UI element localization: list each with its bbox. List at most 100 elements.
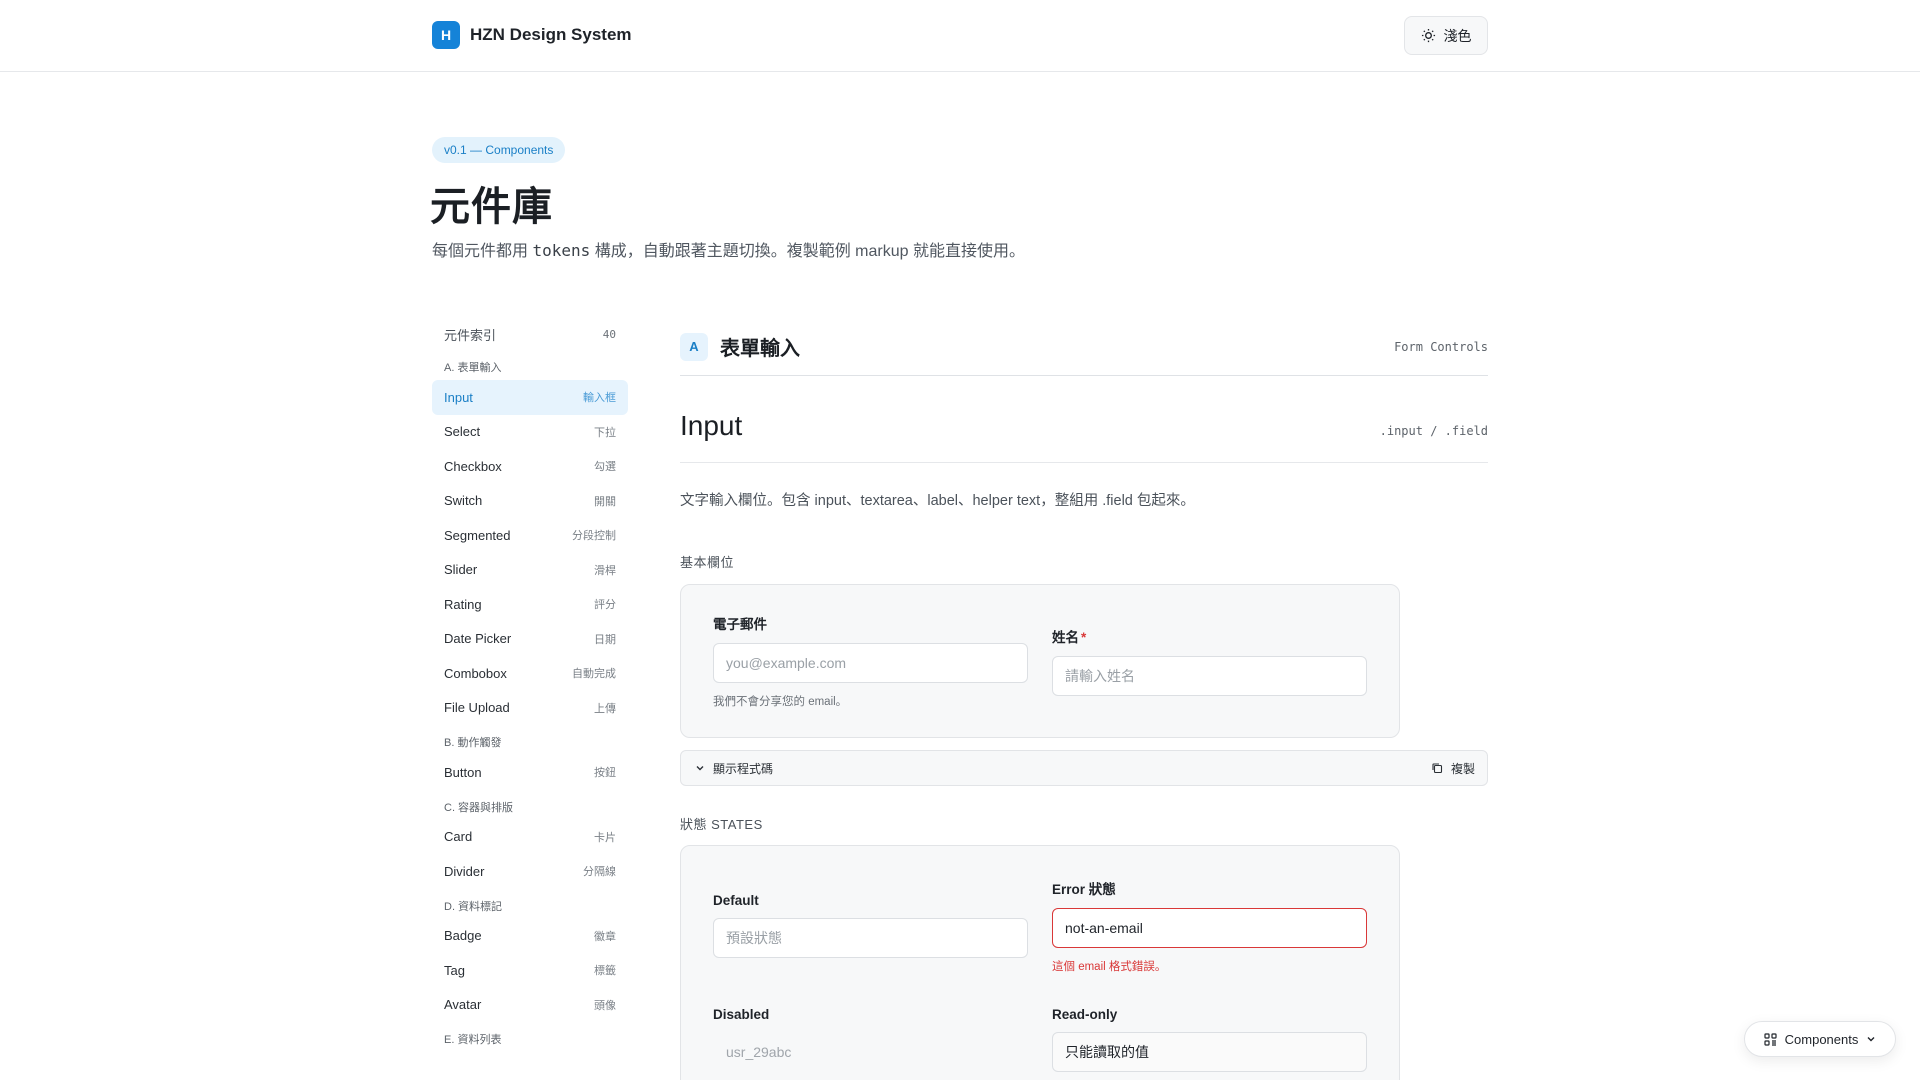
sidebar-item-checkbox[interactable]: Checkbox 勾選	[432, 449, 628, 484]
subtitle-code: tokens	[532, 241, 591, 260]
sidebar-item-zh: 滑桿	[594, 564, 616, 577]
sidebar-index-label: 元件索引	[444, 327, 497, 343]
page-title: 元件庫	[430, 185, 553, 229]
sidebar-item-file-upload[interactable]: File Upload 上傳	[432, 691, 628, 726]
sidebar-item-label: Switch	[444, 493, 483, 509]
sidebar-group-label: D. 資料標記	[444, 900, 503, 913]
default-label: Default	[713, 893, 759, 909]
sidebar-item-zh: 自動完成	[572, 668, 616, 681]
chevron-down-icon	[696, 766, 704, 771]
main-content: A 表單輸入 Form Controls Input .input / .fie…	[680, 318, 1488, 1080]
sidebar-item-badge[interactable]: Badge 徽章	[432, 919, 628, 954]
sidebar-item-zh: 分隔線	[583, 866, 616, 879]
page-subtitle: 每個元件都用 tokens 構成，自動跟著主題切換。複製範例 markup 就能…	[432, 237, 1025, 261]
email-input[interactable]	[713, 643, 1028, 683]
sidebar-index-header: 元件索引 40	[432, 318, 628, 350]
brand[interactable]: H HZN Design System	[432, 21, 632, 49]
sidebar-item-label: Divider	[444, 863, 485, 879]
copy-icon	[1432, 763, 1443, 774]
disabled-label: Disabled	[713, 1007, 770, 1023]
copy-button[interactable]: 複製	[1431, 760, 1475, 777]
sidebar-item-zh: 評分	[594, 599, 616, 612]
sidebar-item-button[interactable]: Button 按鈕	[432, 755, 628, 790]
sidebar-item-select[interactable]: Select 下拉	[432, 415, 628, 450]
readonly-label: Read-only	[1052, 1007, 1118, 1023]
email-field-group: 電子郵件 我們不會分享您的 email。	[713, 613, 1028, 709]
error-helper-text: 這個 email 格式錯誤。	[1052, 960, 1167, 973]
sidebar-item-label: File Upload	[444, 700, 510, 716]
sidebar-item-combobox[interactable]: Combobox 自動完成	[432, 656, 628, 691]
sidebar-item-divider[interactable]: Divider 分隔線	[432, 854, 628, 889]
sidebar-item-label: Checkbox	[444, 458, 502, 474]
theme-toggle-button[interactable]: 淺色	[1404, 16, 1488, 55]
sidebar-item-label: Input	[444, 389, 473, 405]
sidebar-item-avatar[interactable]: Avatar 頭像	[432, 988, 628, 1023]
sidebar-item-zh: 卡片	[594, 831, 616, 844]
name-label-text: 姓名	[1052, 630, 1079, 645]
sidebar-item-card[interactable]: Card 卡片	[432, 820, 628, 855]
sidebar-item-zh: 下拉	[594, 426, 616, 439]
sidebar-group-label: C. 容器與排版	[444, 801, 514, 814]
name-input[interactable]	[1052, 656, 1367, 696]
chevron-down-icon	[1867, 1037, 1875, 1042]
sidebar-item-zh: 日期	[594, 633, 616, 646]
sidebar-item-zh: 頭像	[594, 999, 616, 1012]
sun-icon	[1421, 28, 1435, 43]
error-input[interactable]	[1052, 907, 1367, 948]
copy-label: 複製	[1450, 761, 1475, 776]
sidebar-index-count: 40	[602, 327, 616, 341]
sidebar-item-zh: 標籤	[594, 965, 616, 978]
show-code-toggle[interactable]: 顯示程式碼	[695, 760, 773, 777]
email-helper-text: 我們不會分享您的 email。	[713, 696, 848, 708]
sidebar-item-label: Select	[444, 424, 481, 440]
error-field-group: Error 狀態 這個 email 格式錯誤。	[1052, 874, 1367, 978]
error-label: Error 狀態	[1052, 881, 1116, 897]
sidebar-item-input[interactable]: Input 輸入框	[432, 380, 628, 415]
section-title: 表單輸入	[720, 338, 800, 360]
sidebar-item-slider[interactable]: Slider 滑桿	[432, 553, 628, 588]
sidebar-item-zh: 勾選	[594, 461, 616, 474]
code-toggle-bar: 顯示程式碼 複製	[680, 750, 1488, 786]
sidebar-item-label: Avatar	[444, 997, 482, 1013]
component-sidebar: 元件索引 40 A. 表單輸入 Input 輸入框 Select 下拉 Checkb…	[432, 318, 628, 1052]
subtitle-text: 每個元件都用	[432, 243, 533, 260]
sidebar-group-label: B. 動作觸發	[444, 737, 502, 749]
required-marker: *	[1081, 630, 1087, 645]
name-label: 姓名 *	[1052, 626, 1367, 646]
sidebar-item-zh: 開關	[594, 495, 616, 508]
readonly-field-group: Read-only	[1052, 1004, 1367, 1077]
basic-demo-box: 電子郵件 我們不會分享您的 email。 姓名*	[680, 584, 1400, 738]
component-class-names: .input / .field	[1379, 424, 1488, 438]
sidebar-item-label: Segmented	[444, 527, 511, 543]
default-input[interactable]	[713, 918, 1028, 959]
states-demo-box: Default Error 狀態 這個 email 格式錯誤。 Disabled…	[680, 845, 1400, 1080]
sidebar-item-label: Tag	[444, 962, 465, 978]
sidebar-item-label: Slider	[444, 562, 478, 578]
brand-name: HZN Design System	[470, 25, 632, 44]
default-field-group: Default	[713, 874, 1028, 978]
sidebar-group-label: A. 表單輸入	[444, 362, 502, 374]
section-header: A 表單輸入 Form Controls	[680, 318, 1488, 376]
subtitle-text-end: 構成，自動跟著主題切換。複製範例 markup 就能直接使用。	[590, 243, 1025, 260]
sidebar-item-label: Date Picker	[444, 631, 512, 647]
email-label: 電子郵件	[713, 617, 767, 632]
states-label: 狀態 STATES	[680, 817, 763, 832]
components-menu-button[interactable]: Components	[1744, 1021, 1896, 1057]
section-english-title: Form Controls	[1394, 339, 1488, 354]
sidebar-item-segmented[interactable]: Segmented 分段控制	[432, 518, 628, 553]
component-description: 文字輸入欄位。包含 input、textarea、label、helper te…	[680, 493, 1195, 509]
sidebar-item-tag[interactable]: Tag 標籤	[432, 953, 628, 988]
top-bar: H HZN Design System 淺色	[0, 0, 1920, 72]
components-menu-label: Components	[1784, 1031, 1859, 1047]
sidebar-item-switch[interactable]: Switch 開關	[432, 484, 628, 519]
sidebar-item-rating[interactable]: Rating 評分	[432, 587, 628, 622]
readonly-input[interactable]	[1052, 1032, 1367, 1073]
sidebar-group-label: E. 資料列表	[444, 1034, 502, 1046]
sidebar-item-label: Button	[444, 764, 482, 780]
disabled-field-group: Disabled	[713, 1004, 1028, 1077]
sidebar-item-label: Rating	[444, 596, 482, 612]
version-badge: v0.1 — Components	[432, 137, 566, 163]
brand-logo: H	[432, 21, 460, 49]
sidebar-item-date-picker[interactable]: Date Picker 日期	[432, 622, 628, 657]
grid-icon	[1764, 1032, 1777, 1046]
